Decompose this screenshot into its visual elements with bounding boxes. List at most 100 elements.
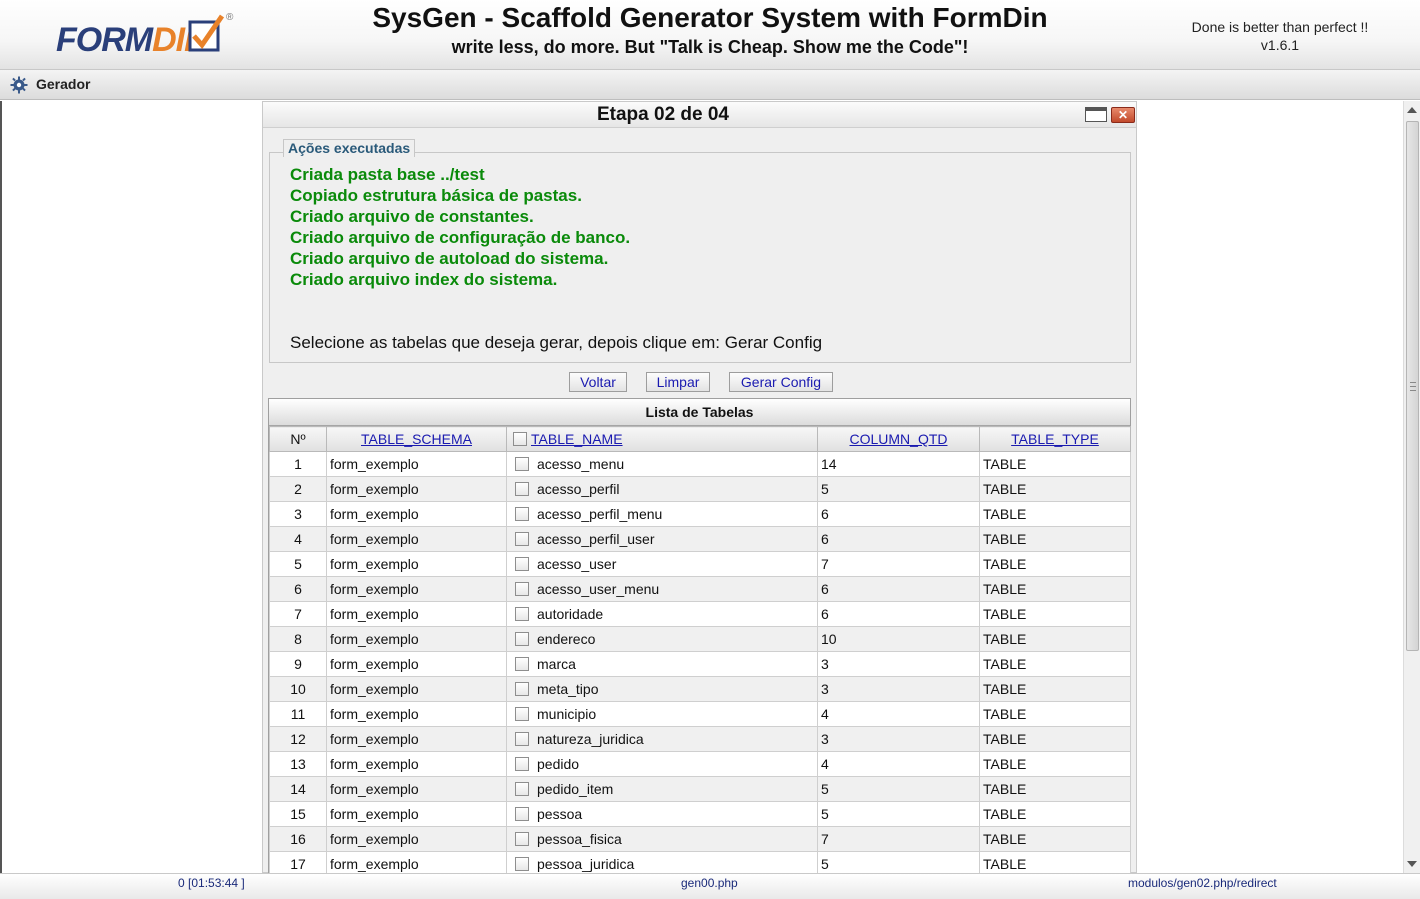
row-number: 4 — [269, 526, 327, 552]
limpar-button[interactable]: Limpar — [646, 372, 710, 392]
row-table-name: pedido — [537, 756, 580, 772]
row-schema: form_exemplo — [326, 801, 507, 827]
row-checkbox[interactable] — [515, 607, 529, 621]
row-table-name-cell: municipio — [506, 701, 818, 727]
row-checkbox[interactable] — [515, 457, 529, 471]
maximize-button[interactable] — [1085, 107, 1107, 122]
vertical-scrollbar[interactable] — [1403, 101, 1420, 873]
row-table-name: pessoa_juridica — [537, 856, 635, 872]
row-table-type: TABLE — [979, 526, 1131, 552]
table-row: 15 form_exemplo pessoa 5 TABLE — [269, 801, 1131, 827]
row-table-name: autoridade — [537, 606, 604, 622]
row-table-type: TABLE — [979, 501, 1131, 527]
status-page: gen00.php — [681, 876, 738, 890]
table-row: 16 form_exemplo pessoa_fisica 7 TABLE — [269, 826, 1131, 852]
row-checkbox[interactable] — [515, 632, 529, 646]
row-table-name-cell: pessoa — [506, 801, 818, 827]
row-checkbox[interactable] — [515, 682, 529, 696]
column-header-type[interactable]: TABLE_TYPE — [979, 426, 1131, 452]
row-number: 13 — [269, 751, 327, 777]
registered-icon: ® — [226, 12, 234, 23]
row-checkbox[interactable] — [515, 832, 529, 846]
column-header-schema[interactable]: TABLE_SCHEMA — [326, 426, 507, 452]
column-header-name[interactable]: TABLE_NAME — [506, 426, 818, 452]
row-table-name: acesso_menu — [537, 456, 625, 472]
row-column-qtd: 7 — [817, 551, 980, 577]
select-all-checkbox[interactable] — [513, 432, 527, 446]
menu-item-gerador[interactable]: Gerador — [36, 76, 90, 92]
row-number: 2 — [269, 476, 327, 502]
row-table-name: endereco — [537, 631, 596, 647]
row-column-qtd: 10 — [817, 626, 980, 652]
row-table-type: TABLE — [979, 451, 1131, 477]
row-column-qtd: 14 — [817, 451, 980, 477]
row-table-name-cell: endereco — [506, 626, 818, 652]
row-column-qtd: 5 — [817, 851, 980, 873]
window-title: Etapa 02 de 04 — [596, 104, 730, 125]
row-table-name: acesso_user_menu — [537, 581, 660, 597]
row-number: 3 — [269, 501, 327, 527]
row-table-name: marca — [537, 656, 576, 672]
close-button[interactable]: ✕ — [1111, 107, 1135, 123]
status-bar: 0 [01:53:44 ] gen00.php modulos/gen02.ph… — [0, 873, 1420, 899]
row-column-qtd: 6 — [817, 526, 980, 552]
scroll-down-icon[interactable] — [1407, 861, 1417, 867]
row-schema: form_exemplo — [326, 751, 507, 777]
row-table-name-cell: marca — [506, 651, 818, 677]
check-icon — [188, 14, 225, 52]
left-border — [0, 101, 2, 873]
row-checkbox[interactable] — [515, 482, 529, 496]
row-table-name-cell: autoridade — [506, 601, 818, 627]
row-table-name-cell: acesso_user — [506, 551, 818, 577]
row-table-type: TABLE — [979, 551, 1131, 577]
row-checkbox[interactable] — [515, 582, 529, 596]
row-checkbox[interactable] — [515, 757, 529, 771]
gear-icon[interactable] — [10, 76, 28, 94]
row-column-qtd: 6 — [817, 501, 980, 527]
row-number: 12 — [269, 726, 327, 752]
row-table-type: TABLE — [979, 651, 1131, 677]
row-checkbox[interactable] — [515, 657, 529, 671]
row-column-qtd: 4 — [817, 701, 980, 727]
row-checkbox[interactable] — [515, 807, 529, 821]
row-checkbox[interactable] — [515, 532, 529, 546]
table-row: 3 form_exemplo acesso_perfil_menu 6 TABLE — [269, 501, 1131, 527]
row-checkbox[interactable] — [515, 707, 529, 721]
scroll-thumb[interactable] — [1406, 121, 1419, 651]
row-checkbox[interactable] — [515, 732, 529, 746]
column-header-name-label[interactable]: TABLE_NAME — [531, 431, 623, 447]
row-checkbox[interactable] — [515, 507, 529, 521]
formdin-logo: FORMDIN ® — [56, 12, 236, 60]
row-table-name-cell: natureza_juridica — [506, 726, 818, 752]
action-message: Criado arquivo de constantes. — [290, 207, 534, 226]
fieldset-legend: Ações executadas — [283, 139, 416, 157]
table-row: 14 form_exemplo pedido_item 5 TABLE — [269, 776, 1131, 802]
row-schema: form_exemplo — [326, 576, 507, 602]
row-column-qtd: 6 — [817, 601, 980, 627]
row-schema: form_exemplo — [326, 501, 507, 527]
grid-caption: Lista de Tabelas — [269, 399, 1130, 426]
row-checkbox[interactable] — [515, 557, 529, 571]
row-table-type: TABLE — [979, 576, 1131, 602]
table-row: 7 form_exemplo autoridade 6 TABLE — [269, 601, 1131, 627]
row-table-name-cell: pedido_item — [506, 776, 818, 802]
table-row: 4 form_exemplo acesso_perfil_user 6 TABLE — [269, 526, 1131, 552]
action-message: Criado arquivo index do sistema. — [290, 270, 558, 289]
actions-fieldset: Criada pasta base ../test Copiado estrut… — [269, 152, 1131, 363]
table-row: 9 form_exemplo marca 3 TABLE — [269, 651, 1131, 677]
row-checkbox[interactable] — [515, 857, 529, 871]
row-checkbox[interactable] — [515, 782, 529, 796]
row-schema: form_exemplo — [326, 551, 507, 577]
scroll-up-icon[interactable] — [1407, 107, 1417, 113]
content-area: Etapa 02 de 04 ✕ Criada pasta base ../te… — [0, 101, 1403, 873]
logo-text: FORMDIN — [56, 21, 209, 59]
row-table-name: acesso_perfil — [537, 481, 620, 497]
action-message: Copiado estrutura básica de pastas. — [290, 186, 582, 205]
table-row: 13 form_exemplo pedido 4 TABLE — [269, 751, 1131, 777]
voltar-button[interactable]: Voltar — [569, 372, 627, 392]
column-header-qtd[interactable]: COLUMN_QTD — [817, 426, 980, 452]
table-row: 6 form_exemplo acesso_user_menu 6 TABLE — [269, 576, 1131, 602]
row-schema: form_exemplo — [326, 701, 507, 727]
row-number: 1 — [269, 451, 327, 477]
gerar-config-button[interactable]: Gerar Config — [729, 372, 833, 392]
